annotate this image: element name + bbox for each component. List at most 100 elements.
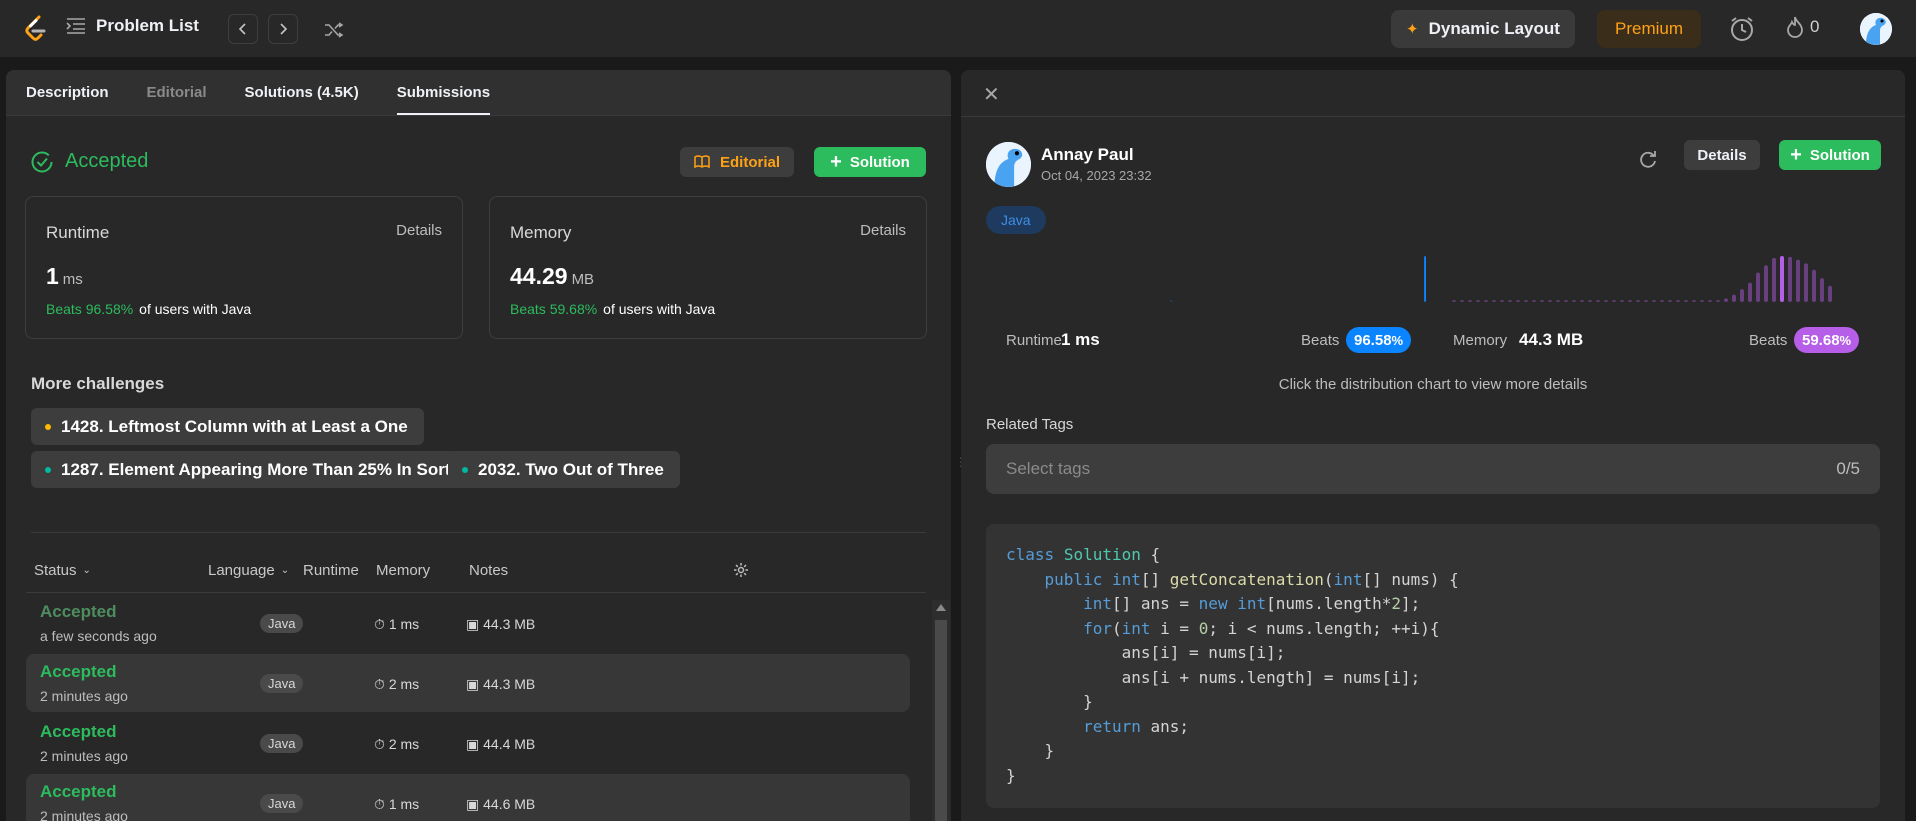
- runtime-card[interactable]: Runtime Details 1 ms Beats 96.58% of users…: [25, 196, 463, 339]
- memory-column-header: Memory: [376, 562, 431, 579]
- tab-editorial[interactable]: Editorial: [147, 84, 207, 115]
- memory-details-link[interactable]: Details: [860, 222, 906, 239]
- runtime-beats-value: 96.58: [1354, 331, 1392, 349]
- tab-submissions[interactable]: Submissions: [396, 84, 491, 115]
- panel-resize-handle[interactable]: ⋮: [955, 455, 967, 479]
- tags-selector[interactable]: Select tags 0/5: [986, 444, 1880, 494]
- row-language-badge: Java: [260, 674, 304, 693]
- table-row[interactable]: Accepted 2 minutes ago Java ⏱ 2 ms ▣ 44.…: [26, 714, 910, 772]
- settings-gear-icon[interactable]: [733, 562, 749, 578]
- tab-solutions[interactable]: Solutions (4.5K): [245, 84, 359, 115]
- row-status[interactable]: Accepted: [40, 782, 117, 802]
- row-status[interactable]: Accepted: [40, 722, 117, 742]
- row-memory-value: 44.3 MB: [483, 616, 536, 632]
- memory-distribution-bar: [1476, 300, 1480, 302]
- row-status[interactable]: Accepted: [40, 602, 117, 622]
- chevron-left-icon: [238, 23, 246, 35]
- sparkle-icon: ✦: [1406, 21, 1419, 38]
- runtime-distribution-bar: [1424, 256, 1426, 302]
- chevron-down-icon: ⌄: [280, 565, 290, 576]
- status-header-label: Status: [34, 562, 77, 579]
- memory-distribution-bar: [1740, 289, 1744, 302]
- row-memory: ▣ 44.4 MB: [466, 736, 535, 753]
- challenge-chip[interactable]: 2032. Two Out of Three: [448, 451, 680, 488]
- memory-distribution-bar: [1612, 300, 1616, 302]
- author-name[interactable]: Annay Paul: [1041, 145, 1134, 165]
- row-language-badge: Java: [260, 794, 304, 813]
- check-circle-icon: [31, 151, 53, 172]
- divider: [31, 532, 926, 533]
- scroll-up-arrow-icon[interactable]: [936, 604, 946, 611]
- related-tags-heading: Related Tags: [986, 416, 1074, 433]
- details-button[interactable]: Details: [1684, 140, 1760, 170]
- table-scrollbar[interactable]: [932, 600, 950, 821]
- next-problem-button[interactable]: [268, 14, 298, 44]
- table-row[interactable]: Accepted a few seconds ago Java ⏱ 1 ms ▣…: [26, 594, 910, 652]
- memory-distribution-bar: [1604, 300, 1608, 302]
- author-avatar[interactable]: [986, 142, 1031, 187]
- runtime-details-link[interactable]: Details: [396, 222, 442, 239]
- problem-list-button[interactable]: Problem List: [66, 16, 199, 36]
- memory-distribution-bar: [1796, 259, 1800, 302]
- chart-hint-text: Click the distribution chart to view mor…: [1278, 376, 1588, 393]
- status-column-header[interactable]: Status ⌄: [34, 562, 91, 579]
- close-icon[interactable]: ✕: [983, 82, 1000, 107]
- alarm-clock-icon[interactable]: [1727, 14, 1757, 44]
- post-solution-button[interactable]: + Solution: [1779, 140, 1881, 170]
- memory-distribution-bar: [1804, 263, 1808, 302]
- percent-sign: %: [1839, 332, 1852, 348]
- prev-problem-button[interactable]: [228, 14, 258, 44]
- memory-distribution-bar: [1556, 300, 1560, 302]
- language-column-header[interactable]: Language ⌄: [208, 562, 289, 579]
- row-memory-value: 44.3 MB: [483, 676, 536, 692]
- submission-status-heading: Accepted: [31, 150, 148, 173]
- table-row[interactable]: Accepted 2 minutes ago Java ⏱ 2 ms ▣ 44.…: [26, 654, 910, 712]
- row-memory-value: 44.4 MB: [483, 736, 536, 752]
- row-memory-value: 44.6 MB: [483, 796, 536, 812]
- more-challenges-heading: More challenges: [31, 374, 165, 393]
- premium-label: Premium: [1614, 19, 1683, 38]
- shuffle-icon: [325, 22, 344, 38]
- fire-icon: [1787, 16, 1803, 38]
- easy-difficulty-dot: [45, 466, 51, 473]
- status-text: Accepted: [65, 150, 149, 172]
- solution-button[interactable]: + Solution: [814, 147, 926, 177]
- memory-distribution-bar: [1532, 300, 1536, 302]
- tab-description[interactable]: Description: [26, 84, 109, 115]
- row-status[interactable]: Accepted: [40, 662, 117, 682]
- code-block[interactable]: class Solution { public int[] getConcate…: [986, 524, 1880, 808]
- code-line: ans[i + nums.length] = nums[i];: [1006, 667, 1421, 687]
- table-row[interactable]: Accepted 2 minutes ago Java ⏱ 1 ms ▣ 44.…: [26, 774, 910, 821]
- list-icon: [66, 18, 85, 34]
- avatar-dino-icon: [986, 142, 1031, 187]
- runtime-unit: ms: [62, 271, 83, 288]
- distribution-chart[interactable]: [986, 248, 1880, 308]
- tab-bar: Description Editorial Solutions (4.5K) S…: [6, 70, 951, 116]
- challenge-chip[interactable]: 1428. Leftmost Column with at Least a On…: [31, 408, 424, 445]
- scrollbar-thumb[interactable]: [935, 620, 947, 821]
- memory-number: 44.29: [510, 263, 568, 289]
- row-language-badge: Java: [260, 734, 304, 753]
- row-time: 2 minutes ago: [40, 748, 128, 764]
- medium-difficulty-dot: [45, 423, 51, 430]
- memory-beats-percent: Beats 59.68%: [510, 301, 598, 317]
- table-header-divider: [26, 592, 926, 593]
- challenge-label: 2032. Two Out of Three: [478, 459, 664, 479]
- editorial-button[interactable]: Editorial: [680, 147, 794, 177]
- user-avatar[interactable]: [1860, 13, 1892, 45]
- dynamic-layout-button[interactable]: ✦ Dynamic Layout: [1391, 10, 1575, 48]
- editorial-button-label: Editorial: [719, 153, 780, 171]
- row-runtime: ⏱ 2 ms: [374, 736, 419, 753]
- random-problem-button[interactable]: [320, 16, 348, 44]
- streak-counter[interactable]: 0: [1786, 16, 1819, 38]
- leetcode-logo-icon[interactable]: [22, 14, 50, 44]
- memory-card[interactable]: Memory Details 44.29 MB Beats 59.68% of us…: [489, 196, 927, 339]
- tags-placeholder: Select tags: [1006, 459, 1091, 478]
- memory-distribution-bar: [1780, 256, 1784, 302]
- refresh-icon[interactable]: [1636, 148, 1660, 172]
- premium-button[interactable]: Premium: [1597, 10, 1701, 48]
- memory-distribution-bar: [1516, 300, 1520, 302]
- memory-distribution-bar: [1508, 300, 1512, 302]
- memory-distribution-bar: [1732, 294, 1736, 302]
- row-runtime-value: 2 ms: [388, 736, 420, 752]
